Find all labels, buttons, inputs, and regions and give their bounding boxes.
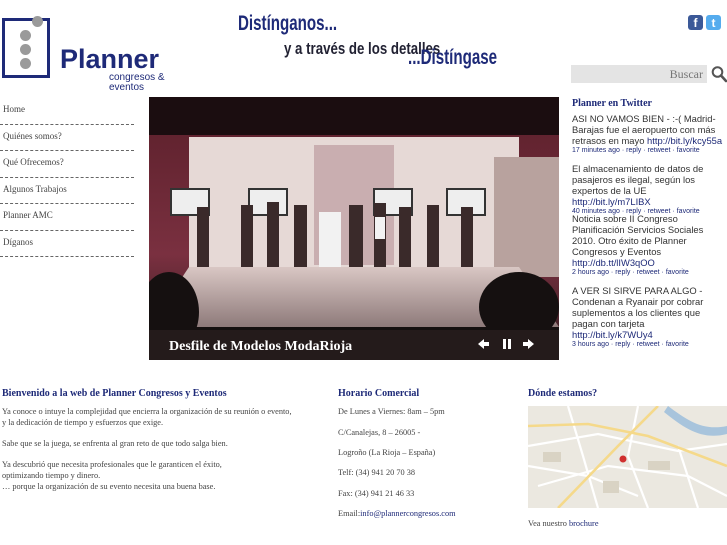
- next-icon[interactable]: [522, 337, 536, 351]
- tweet-meta: 2 hours ago · reply · retweet · favorite: [572, 269, 689, 276]
- tweet-text: El almacenamiento de datos de pasajeros …: [572, 163, 704, 196]
- reply-link[interactable]: reply: [615, 269, 630, 276]
- twitter-title: Planner en Twitter: [572, 98, 652, 109]
- welcome-paragraph-3: Ya descubrió que necesita profesionales …: [2, 460, 222, 480]
- main-nav: Home Quiénes somos? Qué Ofrecemos? Algun…: [0, 98, 134, 257]
- facebook-icon[interactable]: f: [688, 15, 703, 30]
- nav-item-quienes-somos[interactable]: Quiénes somos?: [0, 125, 134, 151]
- welcome-paragraph-1: Ya conoce o intuye la complejidad que en…: [2, 407, 292, 427]
- slogan-line-3: ...Distíngase: [408, 46, 498, 69]
- nav-item-home[interactable]: Home: [0, 98, 134, 125]
- contact-email-label: Email:: [338, 509, 361, 518]
- contact-title: Horario Comercial: [338, 388, 420, 399]
- contact-email-link[interactable]: info@plannercongresos.com: [360, 509, 455, 518]
- retweet-link[interactable]: retweet: [637, 269, 660, 276]
- tweet-time[interactable]: 3 hours ago: [572, 341, 609, 348]
- brochure-link[interactable]: brochure: [569, 519, 599, 528]
- welcome-paragraph-2: Sabe que se la juega, se enfrenta al gra…: [2, 439, 228, 448]
- logo-dot: [20, 58, 31, 69]
- favorite-link[interactable]: favorite: [666, 341, 689, 348]
- tweet-text: A VER SI SIRVE PARA ALGO - Condenan a Ry…: [572, 285, 704, 329]
- nav-item-algunos-trabajos[interactable]: Algunos Trabajos: [0, 178, 134, 204]
- contact-street: C/Canalejas, 8 – 26005 -: [338, 428, 421, 437]
- search-input[interactable]: [571, 65, 707, 83]
- favorite-link[interactable]: favorite: [677, 147, 700, 154]
- nav-item-diganos[interactable]: Díganos: [0, 231, 134, 257]
- tweet: ASI NO VAMOS BIEN - :-( Madrid-Barajas f…: [572, 113, 724, 156]
- contact-phone: Telf: (34) 941 20 70 38: [338, 468, 416, 477]
- tweet-meta: 3 hours ago · reply · retweet · favorite: [572, 341, 689, 348]
- favorite-link[interactable]: favorite: [666, 269, 689, 276]
- retweet-link[interactable]: retweet: [648, 147, 671, 154]
- contact-hours: De Lunes a Viernes: 8am – 5pm: [338, 407, 445, 416]
- nav-item-que-ofrecemos[interactable]: Qué Ofrecemos?: [0, 151, 134, 178]
- logo-dot: [20, 44, 31, 55]
- reply-link[interactable]: reply: [615, 341, 630, 348]
- location-map[interactable]: [528, 406, 727, 508]
- brochure-row: Vea nuestro brochure: [528, 518, 599, 529]
- prev-icon[interactable]: [476, 337, 490, 351]
- slideshow-image[interactable]: [149, 97, 559, 360]
- contact-email-row: Email:info@plannercongresos.com: [338, 508, 456, 519]
- pause-icon[interactable]: [500, 337, 514, 351]
- search-icon[interactable]: [711, 65, 727, 83]
- tweet-time[interactable]: 17 minutes ago: [572, 147, 620, 154]
- logo[interactable]: Planner congresos & eventos: [0, 12, 190, 93]
- location-title: Dónde estamos?: [528, 388, 598, 399]
- brochure-prefix: Vea nuestro: [528, 519, 570, 528]
- twitter-icon[interactable]: t: [706, 15, 721, 30]
- tweet-link[interactable]: http://bit.ly/k7WUy4: [572, 329, 653, 340]
- slideshow-caption: Desfile de Modelos ModaRioja: [169, 339, 353, 354]
- tweet-link[interactable]: http://bit.ly/kcy55a: [647, 135, 722, 146]
- retweet-link[interactable]: retweet: [637, 341, 660, 348]
- nav-item-planner-amc[interactable]: Planner AMC: [0, 204, 134, 231]
- tweet-text: Noticia sobre II Congreso Planificación …: [572, 213, 704, 257]
- slogan-line-1: Distínganos...: [238, 12, 338, 35]
- logo-dot: [20, 30, 31, 41]
- welcome-paragraph-4: … porque la organización de su evento ne…: [2, 482, 216, 491]
- tweet-time[interactable]: 2 hours ago: [572, 269, 609, 276]
- tweet: El almacenamiento de datos de pasajeros …: [572, 163, 724, 217]
- welcome-title: Bienvenido a la web de Planner Congresos…: [2, 388, 227, 399]
- contact-city: Logroño (La Rioja – España): [338, 448, 436, 457]
- tweet-meta: 17 minutes ago · reply · retweet · favor…: [572, 147, 700, 154]
- map-image: [528, 406, 727, 508]
- tweet-link[interactable]: http://db.tt/lIW3qOO: [572, 257, 655, 268]
- logo-dot: [32, 16, 43, 27]
- logo-wordmark: Planner: [60, 44, 160, 74]
- tweet: A VER SI SIRVE PARA ALGO - Condenan a Ry…: [572, 285, 724, 350]
- tweet-link[interactable]: http://bit.ly/m7LIBX: [572, 196, 651, 207]
- logo-subtitle: congresos & eventos: [109, 72, 165, 93]
- fashion-show-photo: [149, 97, 559, 360]
- tweet: Noticia sobre II Congreso Planificación …: [572, 213, 724, 278]
- reply-link[interactable]: reply: [626, 147, 641, 154]
- contact-fax: Fax: (34) 941 21 46 33: [338, 489, 415, 498]
